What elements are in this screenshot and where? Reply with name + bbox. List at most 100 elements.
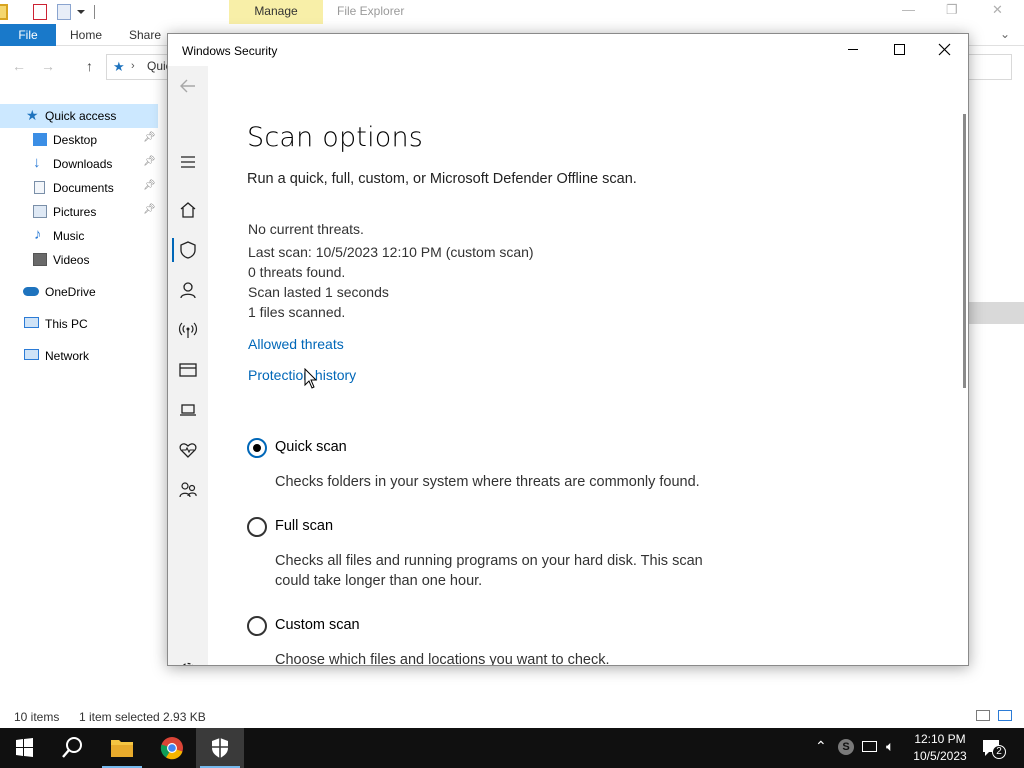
folder-icon (111, 740, 133, 757)
nav-item-pictures[interactable]: Pictures 📌︎ (0, 200, 158, 224)
title-bar[interactable]: Windows Security (168, 34, 968, 66)
hamburger-menu-icon[interactable] (178, 152, 198, 172)
toolbar-divider (94, 5, 95, 19)
start-button[interactable] (0, 728, 48, 768)
tab-manage[interactable]: Manage (229, 0, 323, 24)
music-note-icon: ♪ (34, 226, 42, 243)
pictures-icon (33, 205, 47, 218)
clock[interactable]: 12:10 PM 10/5/2023 (908, 731, 972, 765)
person-icon[interactable] (178, 280, 198, 300)
details-view-icon[interactable] (976, 710, 990, 721)
network-status-icon[interactable] (862, 741, 877, 752)
nav-label: Documents (53, 181, 114, 195)
clock-date: 10/5/2023 (913, 749, 967, 763)
up-arrow-icon[interactable]: ↑ (86, 58, 93, 74)
full-scan-description: Checks all files and running programs on… (275, 553, 703, 589)
custom-scan-option[interactable]: Custom scan (247, 616, 747, 638)
skype-icon[interactable]: S (838, 739, 854, 755)
volume-muted-icon[interactable]: 🔈︎ (886, 738, 894, 755)
explorer-maximize-button[interactable]: ❐ (946, 2, 958, 18)
network-icon (24, 349, 39, 360)
full-scan-option[interactable]: Full scan (247, 517, 747, 539)
laptop-icon[interactable] (178, 400, 198, 420)
nav-item-desktop[interactable]: Desktop 📌︎ (0, 128, 158, 152)
tab-home[interactable]: Home (70, 28, 102, 42)
heart-health-icon[interactable] (178, 440, 198, 460)
back-arrow-icon[interactable]: ← (12, 58, 26, 74)
nav-item-network[interactable]: Network (0, 344, 158, 368)
star-icon: ★ (26, 107, 39, 123)
explorer-minimize-button[interactable]: — (902, 2, 915, 17)
nav-label: Pictures (53, 205, 97, 219)
tab-file[interactable]: File (0, 24, 56, 46)
app-browser-icon[interactable] (178, 360, 198, 380)
nav-item-this-pc[interactable]: This PC (0, 312, 158, 336)
nav-label: Downloads (53, 157, 113, 171)
nav-item-music[interactable]: ♪ Music (0, 224, 158, 248)
wifi-antenna-icon[interactable] (178, 320, 198, 340)
shield-icon (212, 738, 228, 758)
new-folder-icon[interactable] (57, 4, 71, 20)
folder-icon[interactable] (0, 4, 8, 20)
quick-scan-label: Quick scan (275, 439, 347, 455)
maximize-icon (894, 44, 905, 55)
windows-security-taskbar-button[interactable] (196, 728, 244, 768)
family-icon[interactable] (178, 480, 198, 500)
selected-file-row[interactable] (966, 302, 1024, 324)
chevron-down-icon[interactable] (77, 10, 85, 14)
close-button[interactable] (922, 34, 968, 66)
settings-gear-icon[interactable] (178, 660, 198, 665)
documents-icon (34, 181, 45, 194)
pin-icon[interactable]: 📌︎ (143, 204, 156, 215)
nav-label: Desktop (53, 133, 98, 147)
scrollbar-thumb[interactable] (963, 114, 966, 388)
minimize-button[interactable] (830, 34, 876, 66)
page-title: Scan options (247, 122, 424, 153)
item-count: 10 items (14, 710, 60, 724)
pin-icon[interactable]: 📌︎ (143, 180, 156, 191)
pin-icon[interactable]: 📌︎ (143, 156, 156, 167)
nav-item-documents[interactable]: Documents 📌︎ (0, 176, 158, 200)
large-icons-view-icon[interactable] (998, 710, 1012, 721)
chrome-taskbar-button[interactable] (148, 728, 196, 768)
tab-share[interactable]: Share (129, 28, 161, 42)
full-scan-radio[interactable] (247, 517, 267, 537)
selection-info: 1 item selected 2.93 KB (79, 710, 206, 724)
custom-scan-radio[interactable] (247, 616, 267, 636)
nav-item-downloads[interactable]: ↓ Downloads 📌︎ (0, 152, 158, 176)
file-explorer-taskbar-button[interactable] (98, 728, 146, 768)
forward-arrow-icon[interactable]: → (41, 58, 55, 74)
nav-label: Videos (53, 253, 90, 267)
shield-icon[interactable] (178, 240, 198, 260)
content-scrollbar[interactable] (960, 66, 968, 665)
threat-status: No current threats. (248, 221, 364, 237)
nav-label: Music (53, 229, 85, 243)
search-button[interactable] (48, 728, 96, 768)
home-icon[interactable] (178, 200, 198, 220)
navigation-pane: ★ Quick access Desktop 📌︎ ↓ Downloads 📌︎… (0, 104, 158, 684)
window-title: Windows Security (182, 44, 278, 58)
star-icon: ★ (113, 59, 125, 74)
protection-history-link[interactable]: Protection history (248, 367, 356, 383)
explorer-title: File Explorer (337, 4, 405, 18)
nav-item-videos[interactable]: Videos (0, 248, 158, 272)
quick-scan-radio[interactable] (247, 438, 267, 458)
chevron-up-icon[interactable]: ⌃ (815, 738, 827, 755)
radio-dot (253, 444, 261, 452)
pin-icon[interactable]: 📌︎ (143, 132, 156, 143)
quick-scan-option[interactable]: Quick scan (247, 438, 747, 460)
ribbon-expand-icon[interactable]: ⌄ (1000, 27, 1010, 41)
custom-scan-label: Custom scan (275, 617, 360, 633)
action-center-button[interactable]: 2 (980, 737, 1006, 759)
status-bar: 10 items 1 item selected 2.93 KB (0, 704, 1024, 728)
navigation-sidebar (168, 66, 208, 665)
scan-options-content: Scan options Run a quick, full, custom, … (208, 66, 960, 665)
nav-item-quick-access[interactable]: ★ Quick access (0, 104, 158, 128)
allowed-threats-link[interactable]: Allowed threats (248, 336, 344, 352)
nav-label: OneDrive (45, 285, 96, 299)
nav-item-onedrive[interactable]: OneDrive (0, 280, 158, 304)
back-arrow-icon[interactable] (178, 76, 198, 96)
explorer-close-button[interactable]: ✕ (992, 2, 1003, 18)
maximize-button[interactable] (876, 34, 922, 66)
properties-icon[interactable] (33, 4, 47, 20)
